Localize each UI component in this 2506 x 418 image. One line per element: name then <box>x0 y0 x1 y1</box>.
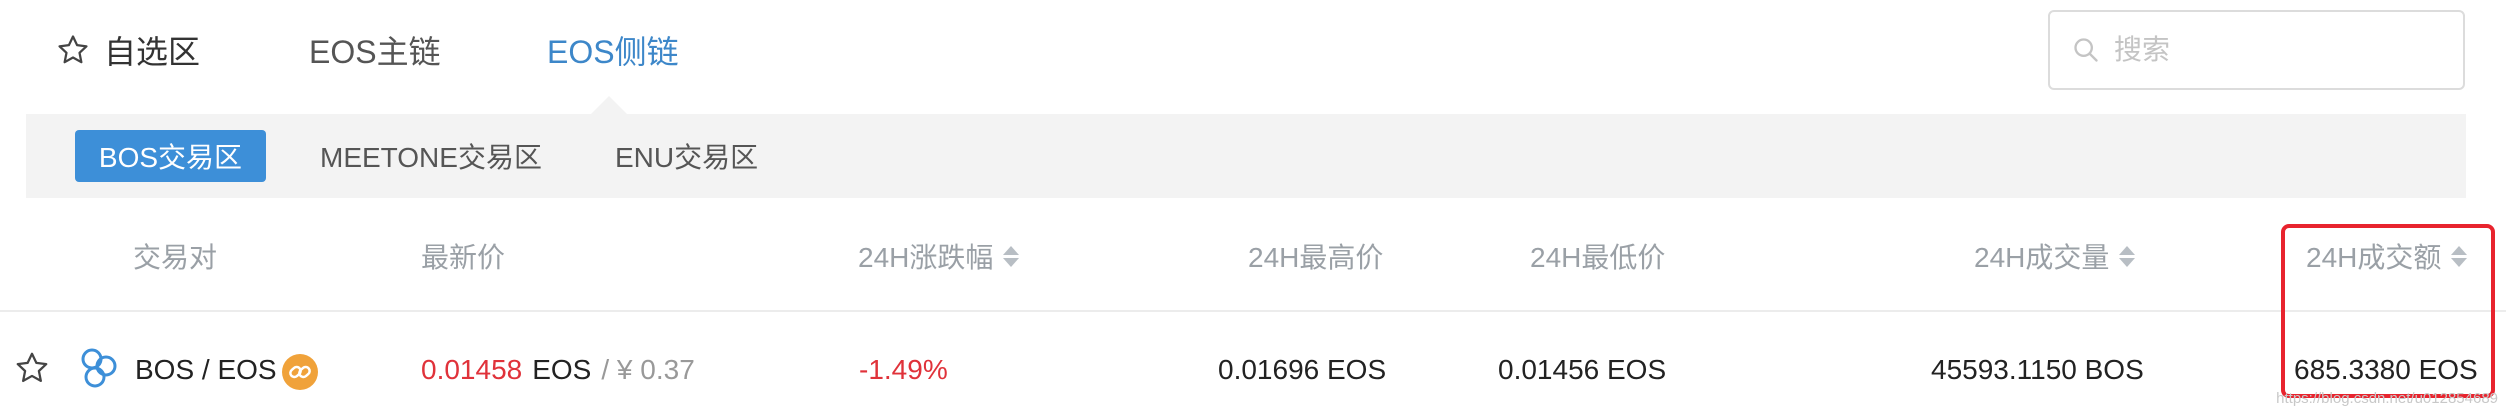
sort-icon <box>2119 245 2136 267</box>
column-header-change-label: 24H涨跌幅 <box>858 242 994 273</box>
table-divider <box>0 310 2506 312</box>
table-cell-volume: 45593.1150 BOS <box>1931 354 2144 385</box>
latest-price: 0.01458 <box>421 354 523 385</box>
search-box[interactable] <box>2048 10 2465 90</box>
column-header-high: 24H最高价 <box>1248 234 1383 278</box>
latest-price-unit: EOS <box>532 354 592 385</box>
table-cell-price: 0.01458 EOS / ¥ 0.37 <box>421 348 695 392</box>
latest-price-fiat: / ¥ 0.37 <box>601 354 695 385</box>
favorite-star-button[interactable] <box>14 350 50 391</box>
table-cell-change: -1.49% <box>859 354 948 385</box>
table-cell-high: 0.01696 EOS <box>1218 354 1387 385</box>
column-header-change[interactable]: 24H涨跌幅 <box>858 234 1020 278</box>
bos-coin-icon <box>78 346 122 395</box>
star-outline-icon <box>16 352 48 383</box>
tab-eos-sidechain-label: EOS侧链 <box>547 34 679 70</box>
sort-icon <box>1003 245 1020 267</box>
highlight-box <box>2281 224 2495 398</box>
subtab-enu[interactable]: ENU交易区 <box>615 130 758 182</box>
column-header-low: 24H最低价 <box>1530 234 1665 278</box>
tab-favorites-label: 自选区 <box>104 34 201 70</box>
watermark: https://blog.csdn.net/u012854689 <box>2276 390 2498 407</box>
column-header-high-label: 24H最高价 <box>1248 242 1384 273</box>
tab-eos-mainchain-label: EOS主链 <box>309 34 441 70</box>
subtab-bos[interactable]: BOS交易区 <box>75 130 266 182</box>
column-header-volume-label: 24H成交量 <box>1974 242 2110 273</box>
search-icon <box>2074 38 2098 62</box>
column-header-price-label: 最新价 <box>421 242 506 273</box>
pair-label: BOS / EOS <box>135 354 277 385</box>
table-cell-low: 0.01456 EOS <box>1498 354 1667 385</box>
tab-eos-sidechain[interactable]: EOS侧链 <box>547 28 679 72</box>
star-outline-icon <box>58 35 88 64</box>
tab-eos-mainchain[interactable]: EOS主链 <box>309 28 441 72</box>
table-cell-pair[interactable]: BOS / EOS <box>135 348 277 392</box>
column-header-pair: 交易对 <box>133 234 217 278</box>
column-header-pair-label: 交易对 <box>133 242 218 273</box>
column-header-volume[interactable]: 24H成交量 <box>1974 234 2136 278</box>
subtab-meetone[interactable]: MEETONE交易区 <box>320 130 542 182</box>
link-badge-icon[interactable] <box>281 353 319 396</box>
tab-favorites[interactable]: 自选区 <box>56 28 200 72</box>
active-tab-pointer <box>591 96 627 114</box>
search-input[interactable] <box>2112 33 2436 67</box>
column-header-price: 最新价 <box>421 234 505 278</box>
column-header-low-label: 24H最低价 <box>1530 242 1666 273</box>
